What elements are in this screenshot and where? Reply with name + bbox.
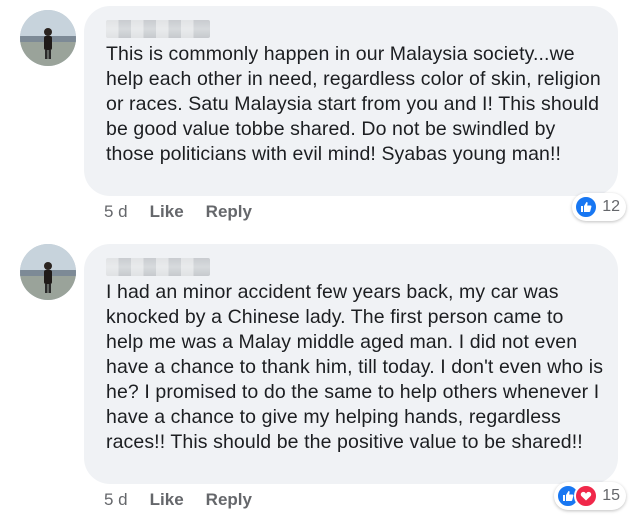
reactions-summary[interactable]: 15 bbox=[554, 482, 626, 510]
avatar[interactable] bbox=[20, 244, 76, 300]
comment-text: This is commonly happen in our Malaysia … bbox=[106, 43, 601, 165]
timestamp[interactable]: 5 d bbox=[104, 490, 128, 510]
reaction-count: 15 bbox=[602, 487, 620, 504]
like-button[interactable]: Like bbox=[150, 490, 184, 510]
comment-actions: 5 d Like Reply bbox=[104, 490, 252, 510]
avatar-photo bbox=[20, 10, 76, 66]
reply-button[interactable]: Reply bbox=[206, 202, 252, 222]
love-icon bbox=[574, 484, 599, 508]
comment-bubble: I had an minor accident few years back, … bbox=[84, 244, 618, 484]
reaction-count: 12 bbox=[602, 198, 620, 215]
like-button[interactable]: Like bbox=[150, 202, 184, 222]
author-name-redacted[interactable] bbox=[106, 258, 210, 276]
avatar-photo bbox=[20, 244, 76, 300]
timestamp[interactable]: 5 d bbox=[104, 202, 128, 222]
avatar[interactable] bbox=[20, 10, 76, 66]
comment-bubble: This is commonly happen in our Malaysia … bbox=[84, 6, 618, 196]
reply-button[interactable]: Reply bbox=[206, 490, 252, 510]
comment-actions: 5 d Like Reply bbox=[104, 202, 252, 222]
author-name-redacted[interactable] bbox=[106, 20, 210, 38]
reactions-summary[interactable]: 12 bbox=[572, 193, 626, 221]
comment-text: I had an minor accident few years back, … bbox=[106, 281, 604, 453]
like-icon bbox=[574, 195, 599, 219]
